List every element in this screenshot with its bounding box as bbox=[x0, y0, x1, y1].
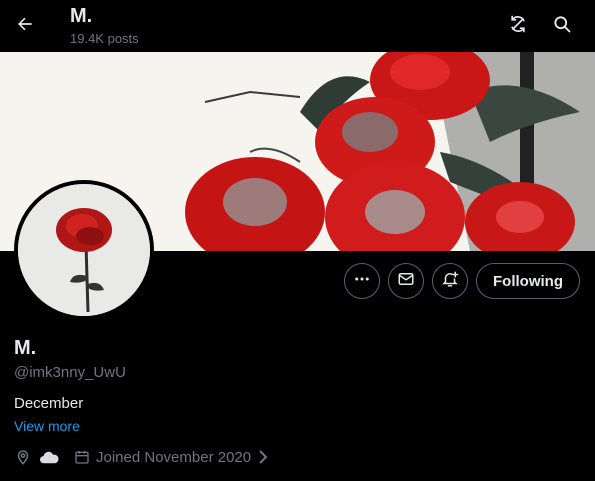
cloud-icon bbox=[38, 448, 60, 466]
refresh-button[interactable] bbox=[504, 12, 532, 40]
bell-plus-icon bbox=[441, 270, 459, 293]
search-icon bbox=[552, 14, 572, 39]
posts-count: 19.4K posts bbox=[70, 31, 139, 46]
calendar-icon bbox=[74, 449, 90, 465]
top-header: M. 19.4K posts bbox=[0, 0, 595, 52]
message-button[interactable] bbox=[388, 263, 424, 299]
following-button[interactable]: Following bbox=[476, 263, 580, 299]
search-button[interactable] bbox=[548, 12, 576, 40]
more-icon bbox=[353, 270, 371, 293]
header-title: M. bbox=[70, 5, 93, 27]
rose-avatar-image bbox=[18, 184, 150, 316]
display-name: M. bbox=[14, 337, 37, 359]
more-button[interactable] bbox=[344, 263, 380, 299]
notify-button[interactable] bbox=[432, 263, 468, 299]
view-more-link[interactable]: View more bbox=[14, 418, 80, 434]
joined-date: Joined November 2020 bbox=[96, 448, 252, 466]
envelope-icon bbox=[397, 270, 415, 293]
chevron-right-icon[interactable] bbox=[257, 449, 269, 465]
back-button[interactable] bbox=[10, 11, 40, 41]
profile-meta-row: Joined November 2020 bbox=[14, 446, 269, 468]
refresh-icon bbox=[508, 14, 528, 39]
header-title-block: M. 19.4K posts bbox=[70, 5, 139, 46]
arrow-left-icon bbox=[15, 14, 35, 39]
location-pin-icon bbox=[14, 448, 32, 466]
profile-bio: December bbox=[14, 395, 84, 412]
user-handle: @imk3nny_UwU bbox=[14, 364, 126, 381]
profile-avatar[interactable] bbox=[14, 180, 154, 320]
